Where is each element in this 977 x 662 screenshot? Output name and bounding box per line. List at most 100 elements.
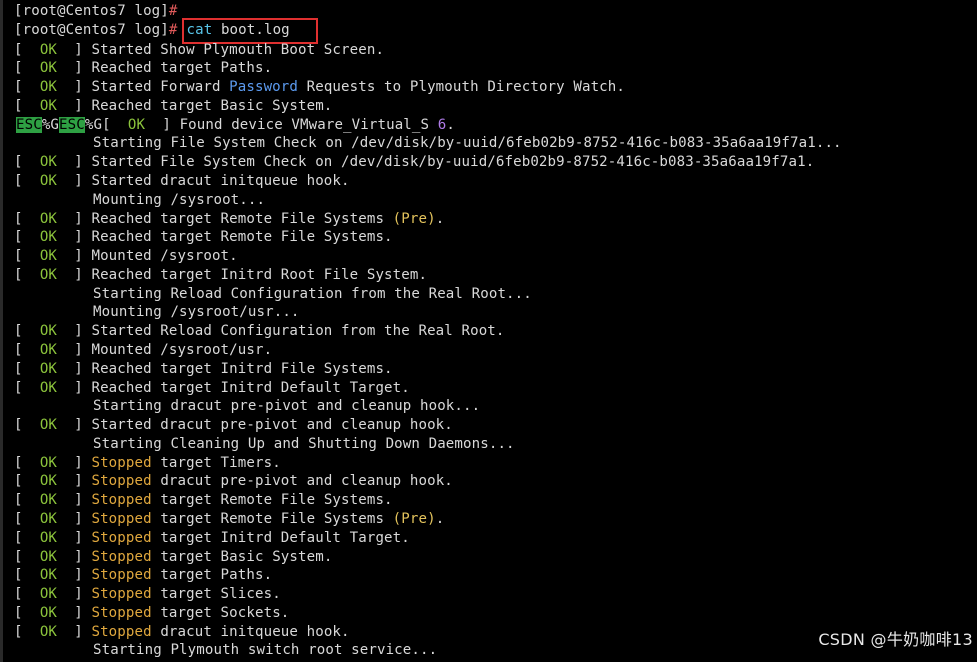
status-bracket-open: [	[14, 567, 23, 584]
status-bracket-close: ]	[74, 323, 92, 340]
status-bracket-open: [	[14, 341, 23, 358]
status-bracket-close: ]	[74, 248, 92, 265]
log-message: Reached target Initrd Root File System.	[91, 266, 428, 283]
status-bracket-close: ]	[74, 454, 92, 471]
log-line: [ OK ] Reached target Paths.	[14, 59, 272, 78]
status-ok: OK	[22, 360, 75, 377]
status-ok: OK	[22, 586, 75, 603]
log-line: [ OK ] Mounted /sysroot.	[14, 247, 238, 266]
log-message: target Timers.	[151, 454, 281, 471]
log-line: [ OK ] Started Forward Password Requests…	[14, 78, 625, 97]
escape-code: %G	[84, 116, 103, 133]
log-line: [ OK ] Stopped target Remote File System…	[14, 510, 444, 529]
log-message: Reached target Paths.	[91, 60, 273, 77]
log-message: target Sockets.	[151, 604, 290, 621]
status-bracket-open: [	[14, 379, 23, 396]
log-line: [ OK ] Started dracut initqueue hook.	[14, 172, 350, 191]
status-bracket-close: ]	[74, 623, 92, 640]
status-bracket-close: ]	[74, 604, 92, 621]
status-stopped-word: Stopped	[91, 586, 152, 603]
log-message: Reached target Remote File Systems.	[91, 229, 393, 246]
status-ok: OK	[22, 529, 75, 546]
terminal-gutter	[0, 0, 3, 662]
status-stopped-word: Stopped	[91, 529, 152, 546]
log-line: [ OK ] Stopped target Slices.	[14, 585, 281, 604]
log-message: Reached target Initrd Default Target.	[91, 379, 410, 396]
escape-code: %G	[41, 116, 60, 133]
log-line: [ OK ] Reached target Remote File System…	[14, 210, 444, 229]
status-bracket-open: [	[14, 60, 23, 77]
log-message: Started Reload Configuration from the Re…	[91, 323, 505, 340]
prompt-user-host: [root@Centos7 log]	[14, 3, 169, 19]
prompt-user-host: [root@Centos7 log]	[14, 22, 169, 38]
status-bracket-open: [	[14, 172, 23, 189]
log-message: Starting Reload Configuration from the R…	[93, 285, 532, 302]
terminal-window[interactable]: [root@Centos7 log]# [root@Centos7 log]# c…	[0, 0, 977, 662]
status-bracket-open: [	[14, 548, 23, 565]
status-bracket-close: ]	[74, 417, 92, 434]
status-ok: OK	[22, 473, 75, 490]
status-stopped-word: Stopped	[91, 454, 152, 471]
log-line: [ OK ] Reached target Initrd Root File S…	[14, 266, 427, 285]
log-line: [ OK ] Stopped dracut initqueue hook.	[14, 623, 350, 642]
status-bracket-close: ]	[74, 492, 92, 509]
log-message: Started Show Plymouth Boot Screen.	[91, 41, 385, 58]
watermark: CSDN @牛奶咖啡13	[818, 630, 973, 649]
status-stopped-word: Stopped	[91, 567, 152, 584]
status-ok: OK	[22, 604, 75, 621]
log-message: Started dracut pre-pivot and cleanup hoo…	[91, 417, 453, 434]
status-ok: OK	[22, 623, 75, 640]
log-line: ESC%GESC%G[ OK ] Found device VMware_Vir…	[16, 116, 455, 135]
log-message: Found device VMware_Virtual_S	[179, 116, 438, 133]
status-bracket-open: [	[14, 97, 23, 114]
log-line: Mounting /sysroot...	[93, 191, 265, 210]
log-message: target Initrd Default Target.	[151, 529, 410, 546]
status-ok: OK	[22, 492, 75, 509]
status-bracket-open: [	[14, 623, 23, 640]
status-bracket-open: [	[14, 473, 23, 490]
log-line: [ OK ] Stopped target Timers.	[14, 454, 281, 473]
status-bracket-close: ]	[74, 41, 92, 58]
log-line: [ OK ] Stopped target Sockets.	[14, 604, 289, 623]
status-bracket-open: [	[14, 492, 23, 509]
status-bracket-close: ]	[74, 154, 92, 171]
log-message: Mounted /sysroot/usr.	[91, 341, 273, 358]
paren-qualifier: (Pre)	[392, 511, 436, 527]
status-stopped-word: Stopped	[91, 492, 152, 509]
status-bracket-open: [	[14, 154, 23, 171]
status-bracket-open: [	[14, 229, 23, 246]
status-ok: OK	[22, 323, 75, 340]
log-message: Reached target Remote File Systems	[91, 210, 393, 227]
status-ok: OK	[22, 454, 75, 471]
status-ok: OK	[22, 567, 75, 584]
log-message-tail: .	[446, 116, 455, 133]
status-ok: OK	[22, 548, 75, 565]
status-bracket-close: ]	[74, 586, 92, 603]
log-message-tail: Requests to Plymouth Directory Watch.	[298, 79, 625, 96]
status-ok: OK	[22, 379, 75, 396]
status-stopped-word: Stopped	[91, 548, 152, 565]
escape-sequence: ESC	[59, 116, 85, 133]
log-line: [ OK ] Stopped target Initrd Default Tar…	[14, 529, 410, 548]
status-ok: OK	[22, 41, 75, 58]
log-line: [ OK ] Started Reload Configuration from…	[14, 322, 505, 341]
log-message: dracut initqueue hook.	[151, 623, 350, 640]
log-message: Mounted /sysroot.	[91, 248, 238, 265]
status-bracket-open: [	[14, 248, 23, 265]
status-bracket-open: [	[14, 511, 23, 527]
status-bracket-open: [	[14, 529, 23, 546]
status-bracket-close: ]	[74, 473, 92, 490]
log-message-tail: .	[435, 511, 445, 527]
status-stopped-word: Stopped	[91, 623, 152, 640]
prompt-hash: #	[168, 22, 178, 38]
log-line: [ OK ] Reached target Initrd Default Tar…	[14, 379, 410, 398]
status-bracket-close: ]	[74, 379, 92, 396]
log-line: [ OK ] Stopped target Basic System.	[14, 548, 332, 567]
log-message: Reached target Basic System.	[91, 97, 333, 114]
status-bracket-close: ]	[74, 511, 92, 527]
status-ok: OK	[22, 97, 75, 114]
log-line: Starting File System Check on /dev/disk/…	[93, 134, 842, 153]
status-bracket-open: [	[14, 266, 23, 283]
status-ok: OK	[22, 341, 75, 358]
status-ok: OK	[22, 79, 75, 96]
